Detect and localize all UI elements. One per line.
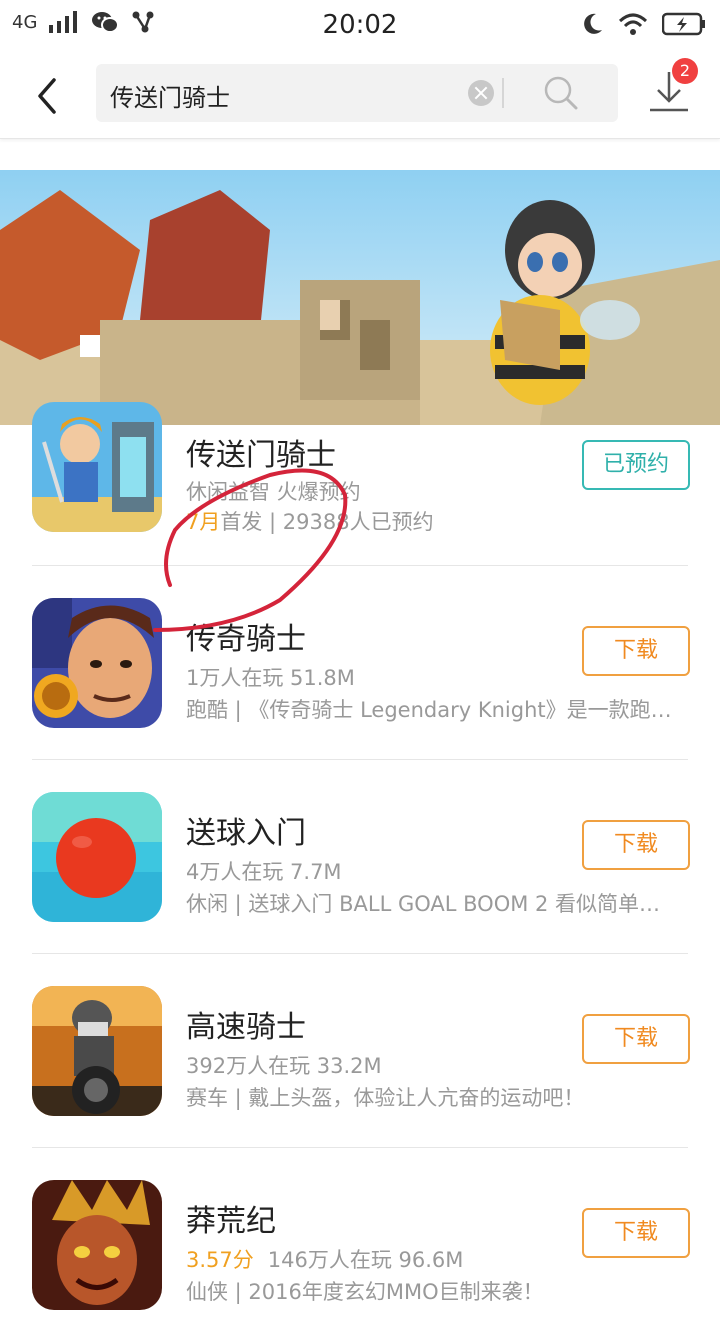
app-title: 高速骑士 [186, 1010, 306, 1045]
app-icon [32, 1180, 162, 1310]
list-item[interactable]: 送球入门 4万人在玩 7.7M 休闲 | 送球入门 BALL GOAL BOOM… [0, 760, 720, 954]
app-title: 莽荒纪 [186, 1204, 276, 1239]
app-description: 休闲 | 送球入门 BALL GOAL BOOM 2 看似简单… [186, 892, 661, 916]
app-stats: 392万人在玩 33.2M [186, 1054, 382, 1078]
app-stats: 146万人在玩 96.6M [267, 1248, 464, 1272]
status-bar: 4G 20:02 [0, 0, 720, 50]
app-icon [32, 402, 162, 532]
search-input[interactable]: 传送门骑士 [110, 78, 230, 113]
app-stats: 1万人在玩 51.8M [186, 666, 355, 690]
battery-icon [662, 12, 705, 36]
clear-icon[interactable] [468, 80, 494, 106]
app-list: 传送门骑士 休闲益智 火爆预约 7月首发 | 29388人已预约 已预约 传奇骑… [0, 400, 720, 1342]
app-title: 送球入门 [186, 816, 306, 851]
download-button[interactable]: 下载 [582, 1014, 690, 1064]
promo-banner[interactable] [0, 170, 720, 425]
app-title: 传奇骑士 [186, 622, 306, 657]
app-icon [32, 792, 162, 922]
app-stats: 4万人在玩 7.7M [186, 860, 342, 884]
app-title: 传送门骑士 [186, 438, 336, 473]
search-header: 传送门骑士 2 [0, 50, 720, 139]
banner-artwork [0, 170, 720, 425]
list-item[interactable]: 高速骑士 392万人在玩 33.2M 赛车 | 戴上头盔，体验让人亢奋的运动吧！… [0, 954, 720, 1148]
back-arrow-icon[interactable] [30, 74, 66, 118]
app-icon [32, 986, 162, 1116]
app-tags: 休闲益智 火爆预约 [186, 480, 361, 504]
list-item[interactable]: 传送门骑士 休闲益智 火爆预约 7月首发 | 29388人已预约 已预约 [0, 400, 720, 566]
wifi-icon [618, 13, 648, 35]
moon-icon [584, 13, 602, 34]
reservation-count: 首发 | 29388人已预约 [220, 510, 434, 534]
app-rating: 3.57分 [186, 1248, 254, 1272]
list-item[interactable]: 莽荒纪 3.57分 146万人在玩 96.6M 仙侠 | 2016年度玄幻MMO巨… [0, 1148, 720, 1342]
download-count-badge: 2 [672, 58, 698, 84]
download-button[interactable]: 下载 [582, 626, 690, 676]
app-release-info: 7月首发 | 29388人已预约 [186, 506, 686, 536]
app-stats-row: 3.57分 146万人在玩 96.6M [186, 1244, 463, 1274]
app-icon [32, 598, 162, 728]
list-item[interactable]: 传奇骑士 1万人在玩 51.8M 跑酷 | 《传奇骑士 Legendary Kn… [0, 566, 720, 760]
app-description: 赛车 | 戴上头盔，体验让人亢奋的运动吧！ [186, 1086, 585, 1110]
app-description: 仙侠 | 2016年度玄幻MMO巨制来袭！ [186, 1280, 544, 1304]
download-button[interactable]: 下载 [582, 820, 690, 870]
release-month: 7月 [186, 510, 221, 534]
search-icon[interactable] [542, 74, 578, 110]
app-description: 跑酷 | 《传奇骑士 Legendary Knight》是一款跑… [186, 698, 672, 722]
download-button[interactable]: 下载 [582, 1208, 690, 1258]
reserved-button[interactable]: 已预约 [582, 440, 690, 490]
search-divider [502, 78, 504, 108]
search-box[interactable]: 传送门骑士 [96, 64, 618, 122]
